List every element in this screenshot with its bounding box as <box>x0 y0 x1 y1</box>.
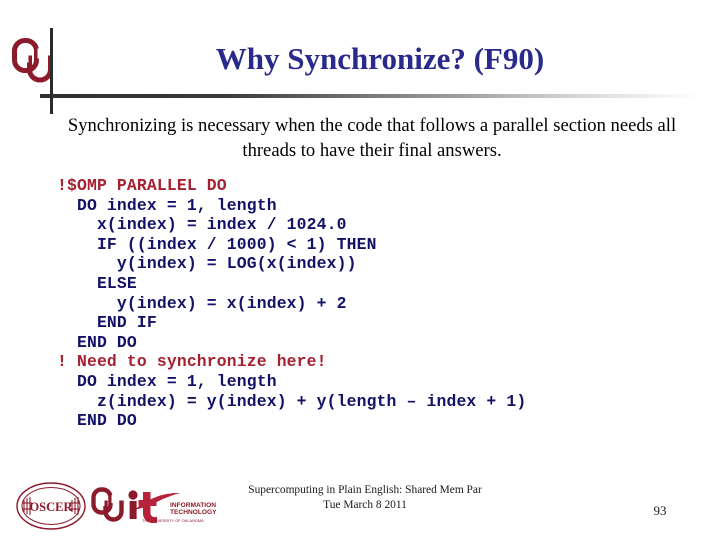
code-line: END DO <box>57 411 137 431</box>
header-horizontal-rule <box>40 94 700 98</box>
code-line: IF ((index / 1000) < 1) THEN <box>57 234 377 254</box>
it-logo-line3: THE UNIVERSITY OF OKLAHOMA <box>142 518 204 523</box>
footer-line-2: Tue March 8 2011 <box>323 498 407 511</box>
code-line: y(index) = x(index) + 2 <box>57 293 347 313</box>
oscer-logo-icon: OSCER <box>14 481 88 531</box>
body-paragraph: Synchronizing is necessary when the code… <box>67 115 677 161</box>
code-line: y(index) = LOG(x(index)) <box>57 254 357 274</box>
code-block: !$OMP PARALLEL DO DO index = 1, length x… <box>57 176 707 431</box>
code-line: DO index = 1, length <box>57 195 277 215</box>
page-title: Why Synchronize? (F90) <box>215 41 545 76</box>
code-line: DO index = 1, length <box>57 371 277 391</box>
code-line: !$OMP PARALLEL DO <box>57 176 227 195</box>
code-line: END IF <box>57 313 157 333</box>
code-line: z(index) = y(index) + y(length – index +… <box>57 391 527 411</box>
footer-text: Supercomputing in Plain English: Shared … <box>205 483 525 512</box>
code-line: ELSE <box>57 273 137 293</box>
oscer-logo-label: OSCER <box>29 500 73 514</box>
ou-footer-logo-icon <box>90 484 126 528</box>
code-line: x(index) = index / 1024.0 <box>57 215 347 235</box>
slide-canvas: Why Synchronize? (F90) Synchronizing is … <box>0 0 720 540</box>
header-vertical-rule <box>50 28 53 114</box>
footer-line-1: Supercomputing in Plain English: Shared … <box>248 484 482 496</box>
code-line: END DO <box>57 332 137 352</box>
page-number: 93 <box>653 503 667 518</box>
code-line: ! Need to synchronize here! <box>57 352 327 372</box>
